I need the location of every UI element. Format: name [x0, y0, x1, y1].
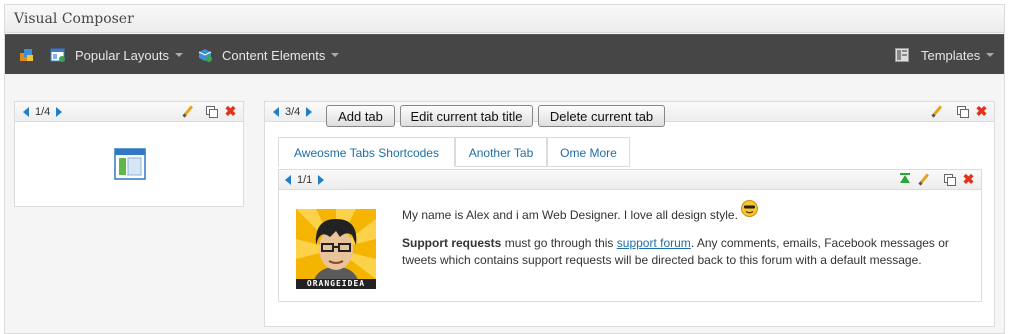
- clone-icon[interactable]: [956, 105, 969, 118]
- templates-icon: [894, 47, 910, 63]
- prev-arrow-icon[interactable]: [23, 107, 29, 117]
- avatar: ORANGEIDEA: [296, 209, 376, 289]
- add-tab-button[interactable]: Add tab: [326, 105, 395, 127]
- delete-icon[interactable]: ✖: [962, 172, 975, 186]
- chevron-down-icon: [986, 53, 995, 57]
- edit-tab-title-button[interactable]: Edit current tab title: [400, 105, 533, 127]
- delete-tab-button[interactable]: Delete current tab: [538, 105, 665, 127]
- next-arrow-icon[interactable]: [306, 107, 313, 117]
- clone-icon[interactable]: [943, 173, 956, 186]
- tab-ome-more[interactable]: Ome More: [547, 137, 630, 167]
- chevron-down-icon: [174, 53, 183, 57]
- tabs-counter: 3/4: [285, 106, 301, 118]
- edit-pencil-icon[interactable]: [918, 173, 931, 186]
- popular-layouts-menu[interactable]: Popular Layouts: [50, 35, 183, 75]
- prev-arrow-icon[interactable]: [285, 175, 291, 185]
- tab-aweosme-tabs-shortcodes[interactable]: Aweosme Tabs Shortcodes: [278, 137, 455, 167]
- tab-another-tab[interactable]: Another Tab: [455, 137, 547, 167]
- content-elements-icon: [197, 47, 213, 63]
- edit-pencil-icon[interactable]: [182, 105, 195, 118]
- text-block-header: 1/1 ✖: [279, 170, 981, 190]
- clone-icon[interactable]: [205, 105, 218, 118]
- templates-menu[interactable]: Templates: [894, 35, 995, 75]
- column-layout-icon[interactable]: [114, 148, 146, 183]
- window-title: Visual Composer: [5, 5, 1004, 33]
- toolbar: Popular Layouts Content Elements Templat…: [5, 34, 1004, 74]
- column-panel-header: 1/4 ✖: [15, 102, 243, 122]
- delete-icon[interactable]: ✖: [224, 104, 237, 118]
- next-arrow-icon[interactable]: [56, 107, 63, 117]
- content-elements-menu[interactable]: Content Elements: [197, 35, 340, 75]
- text-content: My name is Alex and i am Web Designer. I…: [402, 200, 972, 269]
- layouts-icon[interactable]: [19, 47, 35, 63]
- content-elements-label: Content Elements: [222, 47, 326, 63]
- next-arrow-icon[interactable]: [318, 175, 325, 185]
- templates-label: Templates: [921, 47, 981, 63]
- support-forum-link[interactable]: support forum: [617, 236, 691, 250]
- column-counter: 1/4: [35, 106, 51, 118]
- avatar-caption: ORANGEIDEA: [306, 279, 366, 288]
- support-paragraph: Support requests must go through this su…: [402, 235, 972, 269]
- chevron-down-icon: [331, 53, 340, 57]
- prev-arrow-icon[interactable]: [273, 107, 279, 117]
- popular-layouts-label: Popular Layouts: [75, 47, 169, 63]
- text-block-counter: 1/1: [297, 174, 313, 186]
- layout-grid-icon: [50, 47, 66, 63]
- edit-pencil-icon[interactable]: [931, 105, 944, 118]
- support-bold: Support requests: [402, 236, 502, 250]
- support-pre: must go through this: [501, 236, 617, 250]
- intro-line: My name is Alex and i am Web Designer. I…: [402, 200, 972, 225]
- intro-text: My name is Alex and i am Web Designer. I…: [402, 207, 738, 222]
- move-up-icon[interactable]: [899, 173, 912, 186]
- delete-icon[interactable]: ✖: [975, 104, 988, 118]
- column-panel: 1/4 ✖: [14, 101, 244, 207]
- smiley-icon: [740, 200, 758, 222]
